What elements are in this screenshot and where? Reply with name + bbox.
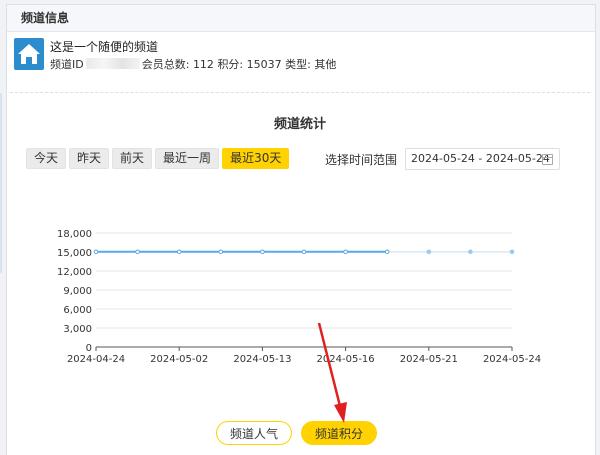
data-point xyxy=(135,249,140,255)
points-line-chart: 0 3,000 6,000 9,000 12,000 15,000 18,000 2024-0… xyxy=(57,229,541,365)
data-point xyxy=(218,249,224,255)
x-tick-label: 2024-05-24 xyxy=(483,354,541,365)
data-point xyxy=(93,249,99,255)
y-tick-label: 6,000 xyxy=(63,305,92,316)
y-tick-label: 18,000 xyxy=(57,229,92,240)
data-point xyxy=(509,249,515,255)
tab-points[interactable]: 频道积分 xyxy=(301,421,378,445)
data-point xyxy=(426,249,432,255)
data-point xyxy=(176,249,182,255)
y-tick-label: 3,000 xyxy=(63,324,92,335)
data-point xyxy=(301,249,307,255)
data-point xyxy=(343,249,348,255)
x-tick-label: 2024-05-13 xyxy=(233,354,291,365)
x-tick-label: 2024-05-02 xyxy=(150,354,208,365)
data-point xyxy=(384,249,390,255)
x-tick-label: 2024-05-21 xyxy=(400,354,458,365)
x-tick-label: 2024-04-24 xyxy=(67,354,125,365)
y-tick-label: 15,000 xyxy=(57,248,92,259)
y-tick-label: 0 xyxy=(86,343,92,354)
tab-popularity[interactable]: 频道人气 xyxy=(216,421,293,445)
y-tick-label: 12,000 xyxy=(57,267,92,278)
data-point xyxy=(468,249,473,255)
data-point xyxy=(260,249,265,255)
y-tick-label: 9,000 xyxy=(63,286,92,297)
x-tick-label: 2024-05-16 xyxy=(317,354,375,365)
